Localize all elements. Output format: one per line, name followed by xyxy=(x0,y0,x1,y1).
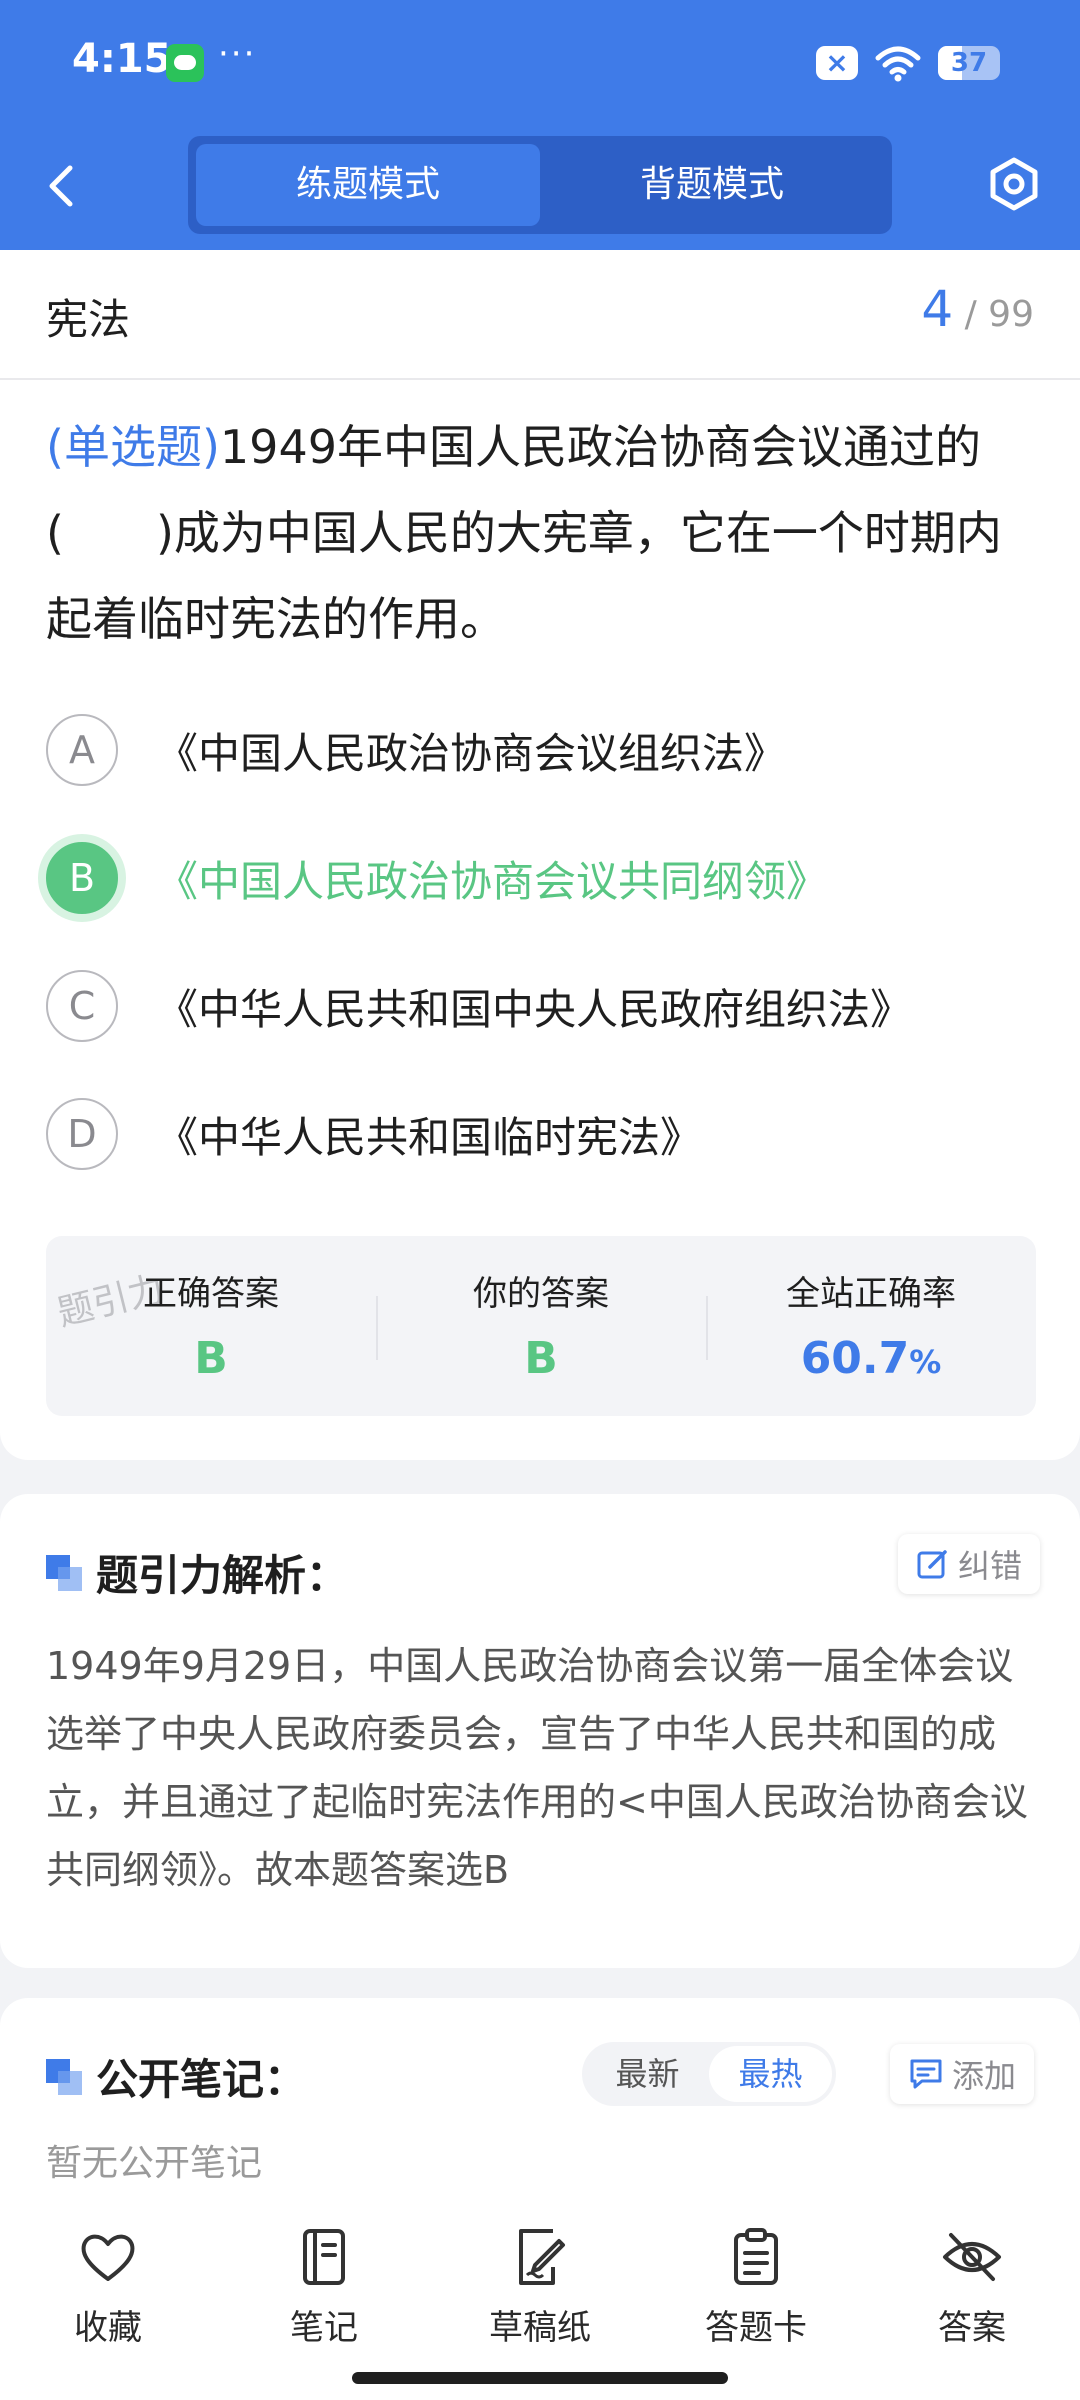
analysis-title: 题引力解析： xyxy=(96,1551,349,1600)
answer-card-icon xyxy=(734,2228,778,2285)
wifi-icon xyxy=(875,46,921,82)
option-text: 《中华人民共和国中央人民政府组织法》 xyxy=(156,984,913,1034)
stat-label: 正确答案 xyxy=(143,1274,279,1314)
notes-title: 公开笔记： xyxy=(96,2055,307,2104)
subject-title: 宪法 xyxy=(46,295,131,344)
analysis-heading: 题引力解析： xyxy=(46,1542,348,1603)
analysis-text: 1949年9月29日，中国人民政治协商会议第一届全体会议选举了中央人民政府委员会… xyxy=(46,1644,1028,1892)
eye-off-icon xyxy=(943,2233,1001,2281)
favorite-button[interactable]: 收藏 xyxy=(0,2210,216,2400)
stat-value: 60.7% xyxy=(706,1333,1036,1384)
option-text: 《中国人民政治协商会议共同纲领》 xyxy=(156,856,829,906)
tab-practice-mode[interactable]: 练题模式 xyxy=(196,144,540,226)
more-notifications-icon: ··· xyxy=(218,34,257,74)
stat-value: B xyxy=(524,1333,558,1384)
rate-value: 60.7 xyxy=(800,1333,910,1384)
wechat-icon xyxy=(166,44,204,82)
total-questions: / 99 xyxy=(964,294,1034,335)
option-letter: D xyxy=(46,1098,118,1170)
question-text: (单选题)1949年中国人民政治协商会议通过的( )成为中国人民的大宪章，它在一… xyxy=(46,404,1036,662)
battery-icon: 37 xyxy=(938,46,1000,80)
notes-heading: 公开笔记： xyxy=(46,2046,306,2107)
option-c[interactable]: C 《中华人民共和国中央人民政府组织法》 xyxy=(46,966,1046,1046)
notes-label: 笔记 xyxy=(290,2308,358,2348)
notes-sort-tabs: 最新 最热 xyxy=(582,2042,836,2106)
no-notes-text: 暂无公开笔记 xyxy=(46,2143,263,2184)
section-square-icon xyxy=(46,2058,82,2095)
stat-your-answer: 你的答案 B xyxy=(376,1236,706,1416)
current-question-number: 4 xyxy=(921,280,954,338)
tab-latest[interactable]: 最新 xyxy=(586,2046,709,2102)
tab-hottest[interactable]: 最热 xyxy=(709,2046,832,2102)
question-card: 宪法 4 / 99 (单选题)1949年中国人民政治协商会议通过的( )成为中国… xyxy=(0,250,1080,1460)
add-note-button[interactable]: 添加 xyxy=(890,2044,1035,2104)
option-letter: B xyxy=(46,842,118,914)
add-note-label: 添加 xyxy=(952,2057,1017,2095)
favorite-label: 收藏 xyxy=(74,2308,142,2348)
home-indicator[interactable] xyxy=(352,2372,728,2384)
draft-paper-label: 草稿纸 xyxy=(489,2308,591,2348)
answer-stats: 题引力 正确答案 B 你的答案 B 全站正确率 60.7% xyxy=(46,1236,1036,1416)
stat-accuracy-rate: 全站正确率 60.7% xyxy=(706,1236,1036,1416)
section-square-icon xyxy=(46,1554,82,1591)
rate-unit: % xyxy=(909,1343,942,1381)
subject-bar: 宪法 4 / 99 xyxy=(0,250,1080,380)
stat-label: 全站正确率 xyxy=(786,1274,956,1314)
status-time: 4:15 xyxy=(72,36,172,82)
option-letter: C xyxy=(46,970,118,1042)
notebook-icon xyxy=(303,2229,345,2285)
option-text: 《中国人民政治协商会议组织法》 xyxy=(156,728,787,778)
mode-tabs: 练题模式 背题模式 xyxy=(188,136,892,234)
no-sim-icon: × xyxy=(816,46,858,80)
report-error-button[interactable]: 纠错 xyxy=(898,1534,1041,1594)
stat-label: 你的答案 xyxy=(473,1274,609,1314)
option-text: 《中华人民共和国临时宪法》 xyxy=(156,1112,703,1162)
comment-icon xyxy=(910,2059,942,2089)
back-icon[interactable] xyxy=(40,158,84,214)
question-type: (单选题) xyxy=(46,420,220,474)
option-letter: A xyxy=(46,714,118,786)
show-answer-button[interactable]: 答案 xyxy=(864,2210,1080,2400)
stat-value: B xyxy=(194,1333,228,1384)
settings-icon[interactable] xyxy=(984,154,1044,214)
edit-icon xyxy=(917,1550,947,1579)
option-d[interactable]: D 《中华人民共和国临时宪法》 xyxy=(46,1094,1046,1174)
status-right: × 37 xyxy=(816,44,1000,82)
answer-card-label: 答题卡 xyxy=(705,2308,807,2348)
analysis-card: 题引力解析： 纠错 1949年9月29日，中国人民政治协商会议第一届全体会议选举… xyxy=(0,1494,1080,1968)
tab-memorize-mode[interactable]: 背题模式 xyxy=(540,144,884,226)
draft-paper-icon xyxy=(519,2229,565,2285)
question-progress: 4 / 99 xyxy=(921,280,1034,338)
report-error-label: 纠错 xyxy=(958,1547,1023,1585)
heart-icon xyxy=(81,2234,135,2281)
battery-level: 37 xyxy=(950,48,988,78)
option-b[interactable]: B 《中国人民政治协商会议共同纲领》 xyxy=(46,838,1046,918)
header: 4:15 ··· × 37 练题模式 背题模式 xyxy=(0,0,1080,250)
status-bar: 4:15 ··· × 37 xyxy=(0,0,1080,125)
show-answer-label: 答案 xyxy=(938,2308,1006,2348)
option-a[interactable]: A 《中国人民政治协商会议组织法》 xyxy=(46,710,1046,790)
stat-correct-answer: 正确答案 B xyxy=(46,1236,376,1416)
